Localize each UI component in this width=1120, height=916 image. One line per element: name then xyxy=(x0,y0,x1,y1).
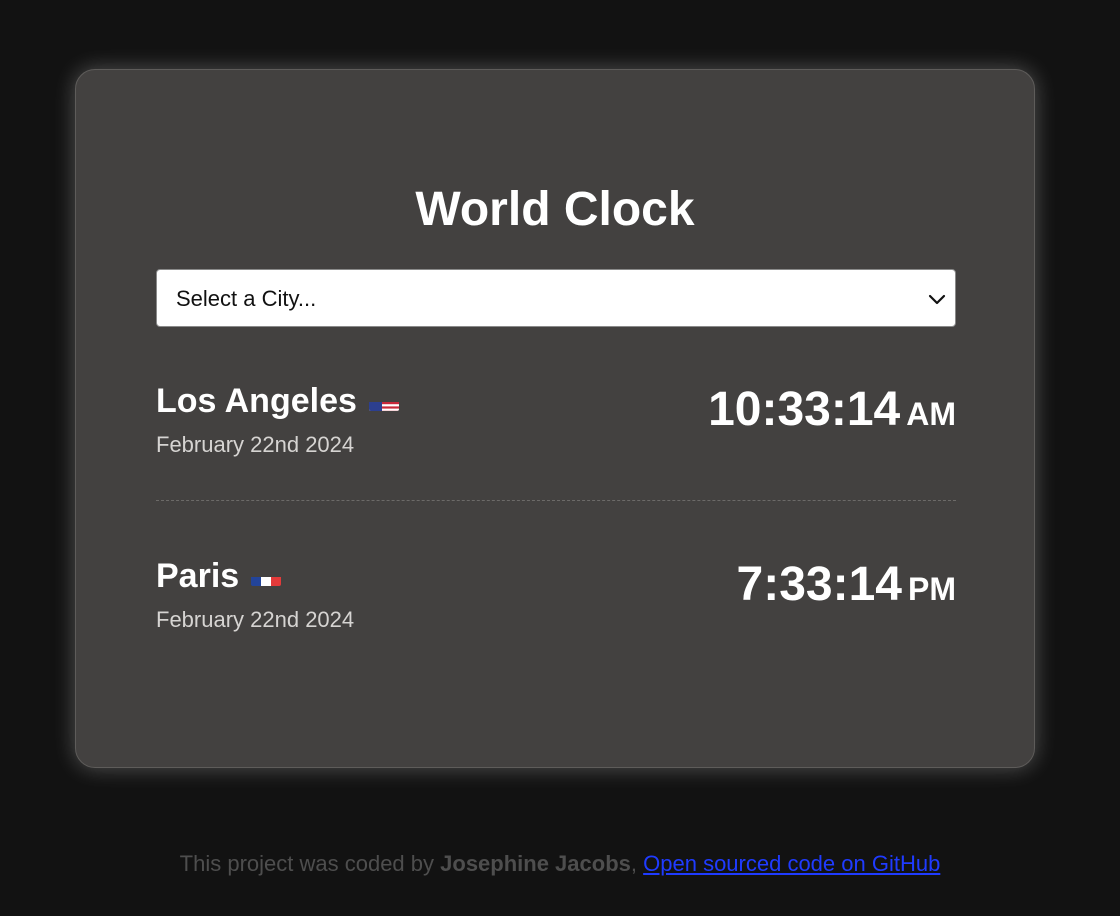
time-period: PM xyxy=(908,571,956,607)
city-time: 10:33:14 AM xyxy=(708,381,956,443)
city-row-paris: Paris February 22nd 2024 7:33:14 PM xyxy=(156,556,956,666)
page-title: World Clock xyxy=(415,183,695,236)
us-flag-icon xyxy=(368,391,399,412)
chevron-down-icon xyxy=(928,294,946,305)
city-date: February 22nd 2024 xyxy=(156,432,355,457)
city-time: 7:33:14 PM xyxy=(737,556,956,618)
clock-card: World Clock Select a City... Los Angeles… xyxy=(75,69,1035,768)
footer-prefix: This project was coded by xyxy=(179,851,435,876)
city-date: February 22nd 2024 xyxy=(156,607,355,632)
footer-author: Josephine Jacobs xyxy=(440,851,631,876)
footer: This project was coded by Josephine Jaco… xyxy=(0,850,1120,878)
city-name: Los Angeles xyxy=(156,382,357,420)
footer-separator: , xyxy=(630,851,638,876)
city-divider xyxy=(156,500,956,501)
github-link[interactable]: Open sourced code on GitHub xyxy=(643,851,940,876)
time-value: 10:33:14 xyxy=(708,383,901,436)
city-row-los-angeles: Los Angeles February 22nd 2024 10:33:14 A… xyxy=(156,381,956,491)
time-period: AM xyxy=(906,396,956,432)
time-value: 7:33:14 xyxy=(736,558,902,611)
city-name: Paris xyxy=(156,557,240,595)
city-select[interactable]: Select a City... xyxy=(156,269,956,327)
fr-flag-icon xyxy=(251,566,282,587)
city-select-value: Select a City... xyxy=(176,286,317,311)
